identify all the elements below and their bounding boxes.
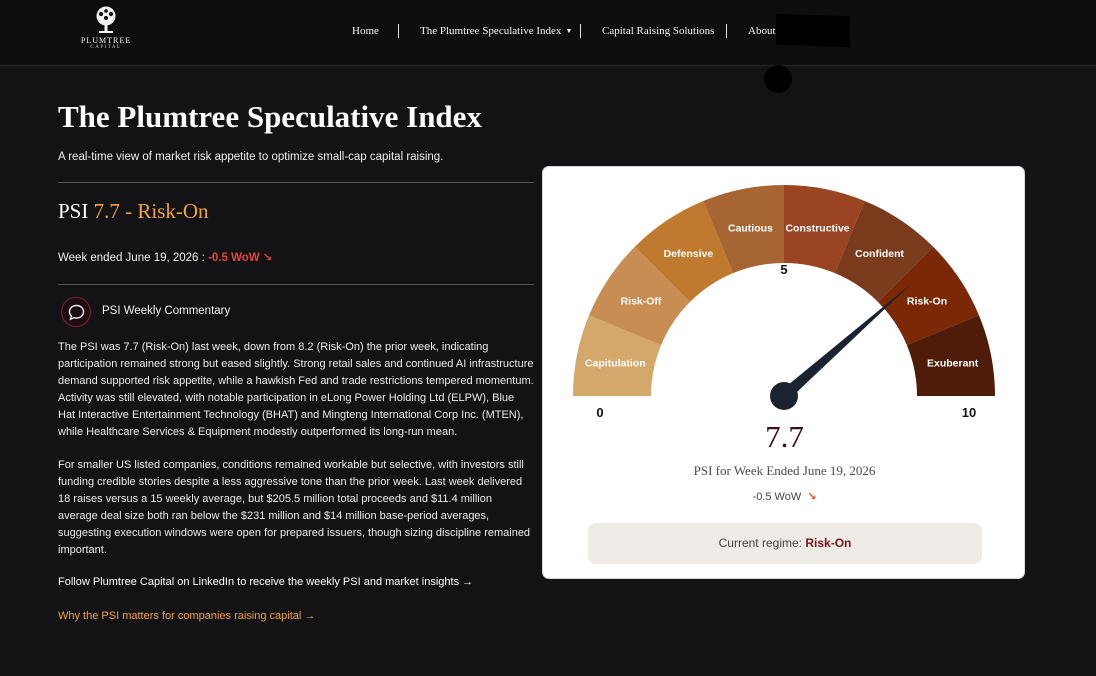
page-subtitle: A real-time view of market risk appetite… [58,151,444,163]
gauge-segment-label: Exuberant [927,357,979,369]
gauge-segment-label: Confident [855,248,904,260]
nav-psi[interactable]: The Plumtree Speculative Index ▼ [420,23,572,39]
wow-change: -0.5 WoW ↘ [208,252,273,264]
regime-value: Risk-On [805,536,852,550]
gauge-segment-label: Risk-On [907,295,947,307]
gauge-hub [770,382,798,410]
nav-about[interactable]: About [748,23,776,39]
commentary-paragraph: The PSI was 7.7 (Risk-On) last week, dow… [58,341,534,438]
current-regime-box: Current regime: Risk-On [588,523,982,564]
redaction-dot [764,65,792,93]
redaction-block [776,13,850,48]
gauge-max-label: 10 [962,405,976,420]
nav-psi-label: The Plumtree Speculative Index [420,25,562,37]
divider [58,284,534,285]
psi-summary: The Plumtree Speculative Index A real-ti… [58,95,534,622]
psi-headline: PSI 7.7 - Risk-On [58,199,534,224]
psi-gauge: Capitulation Risk-Off Defensive Cautious Con… [573,185,995,420]
gauge-segment-label: Risk-Off [621,295,662,307]
psi-score: 7.7 [765,419,804,454]
nav-divider [580,24,581,38]
gauge-needle [780,283,912,401]
psi-week-caption: PSI for Week Ended June 19, 2026 [693,463,876,478]
gauge-mid-label: 5 [780,262,787,277]
nav-divider [726,24,727,38]
gauge-segment-label: Defensive [664,248,714,260]
psi-gauge-card: Capitulation Risk-Off Defensive Cautious Con… [542,166,1025,579]
commentary-paragraph: For smaller US listed companies, conditi… [58,459,531,556]
week-ended: Week ended June 19, 2026 : -0.5 WoW ↘ [58,250,534,264]
wow-text: -0.5 WoW [752,491,802,503]
gauge-min-label: 0 [596,405,603,420]
brand-sub: CAPITAL [90,45,122,50]
chevron-down-icon: ▼ [565,27,573,36]
nav-capital-raising[interactable]: Capital Raising Solutions [602,23,714,39]
regime-label: Current regime: [718,536,802,550]
wow-readout: -0.5 WoW ↘ [543,490,1026,503]
main-nav: Home The Plumtree Speculative Index ▼ Cap… [0,23,1096,41]
divider [58,182,534,183]
commentary-label: PSI Weekly Commentary [102,305,231,317]
page-title: The Plumtree Speculative Index [58,99,482,134]
psi-value-regime: 7.7 - Risk-On [93,199,209,223]
linkedin-link[interactable]: Follow Plumtree Capital on LinkedIn to r… [58,576,534,588]
gauge-segment-label: Capitulation [585,357,646,369]
trend-down-icon: ↘ [807,491,817,503]
nav-home[interactable]: Home [352,23,379,39]
week-label: Week ended June 19, 2026 : [58,252,205,264]
chat-bubble-icon [61,297,91,327]
site-header: PLUMTREE CAPITAL Home The Plumtree Specu… [0,0,1096,66]
commentary-header: PSI Weekly Commentary [58,297,534,329]
gauge-segment-label: Constructive [785,222,849,234]
psi-prefix: PSI [58,199,89,223]
why-psi-matters-link[interactable]: Why the PSI matters for companies raisin… [58,610,534,622]
gauge-segment-label: Cautious [728,222,773,234]
nav-divider [398,24,399,38]
